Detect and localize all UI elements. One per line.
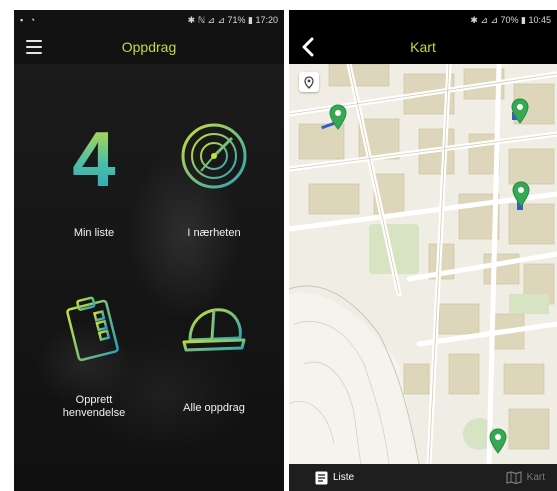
oppdrag-screen: ▪ ◔ ✱ ℕ ⊿ ⊿ 71% ▮ 17:20 Oppdrag 4 Min li… [14,10,284,491]
nearby-label: I nærheten [187,227,241,239]
create-request-tile[interactable]: Opprett henvendelse [34,290,154,440]
map-view[interactable] [289,64,557,464]
app-bar: Oppdrag [14,30,284,64]
status-right: ✱ ℕ ⊿ ⊿ 71% ▮ 17:20 [187,14,278,25]
nav-map-button[interactable]: Kart [506,471,545,484]
app-bar: Kart [289,30,557,64]
page-title: Oppdrag [121,39,177,55]
map-marker-icon[interactable] [511,98,529,124]
nav-map-label: Kart [526,472,545,483]
all-assignments-tile[interactable]: Alle oppdrag [154,290,274,440]
list-icon [315,471,328,484]
clipboard-icon [66,296,119,362]
my-location-button[interactable] [299,72,319,92]
create-label-line2: henvendelse [62,407,126,419]
map-screen: ✱ ⊿ ⊿ 70% ▮ 10:45 Kart Liste Kart [289,10,557,491]
back-arrow-icon[interactable] [299,37,319,57]
nav-list-label: Liste [333,472,355,483]
hard-hat-icon [182,308,246,352]
map-icon [506,471,522,484]
my-list-label: Min liste [73,227,115,239]
status-bar: ▪ ◔ ✱ ℕ ⊿ ⊿ 71% ▮ 17:20 [14,10,284,30]
my-list-count: 4 [34,119,154,199]
page-title: Kart [410,39,436,55]
map-marker-icon[interactable] [512,181,530,207]
create-label-line1: Opprett [75,394,113,406]
nearby-tile[interactable]: I nærheten [154,105,274,255]
status-bar: ✱ ⊿ ⊿ 70% ▮ 10:45 [289,10,557,30]
radar-icon [181,123,247,189]
location-pin-icon [304,75,314,89]
my-list-tile[interactable]: 4 Min liste [34,105,154,255]
status-left-icons: ▪ ◔ [20,15,38,25]
all-assignments-label: Alle oppdrag [183,402,245,414]
create-request-label: Opprett henvendelse [34,394,154,420]
map-marker-icon[interactable] [489,428,507,454]
map-marker-icon[interactable] [329,104,347,130]
hamburger-menu-icon[interactable] [26,40,42,54]
bottom-navigation: Liste Kart [289,464,557,491]
status-right: ✱ ⊿ ⊿ 70% ▮ 10:45 [470,14,551,25]
nav-list-button[interactable]: Liste [315,471,354,485]
